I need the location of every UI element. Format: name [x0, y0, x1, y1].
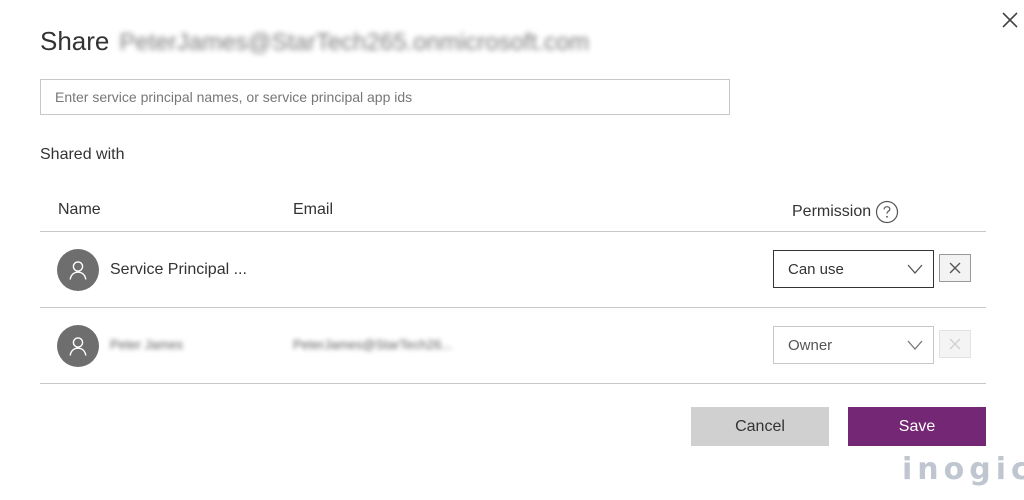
- row-name: Peter James: [110, 337, 183, 352]
- column-header-name: Name: [58, 201, 101, 218]
- chevron-down-icon: [907, 340, 923, 350]
- remove-access-button[interactable]: [939, 254, 971, 282]
- chevron-down-icon: [907, 264, 923, 274]
- save-button[interactable]: Save: [848, 407, 986, 446]
- person-icon: [69, 337, 87, 356]
- table-header: Name Email Permission: [40, 192, 986, 232]
- table-row: Peter James PeterJames@StarTech26... Own…: [40, 308, 986, 384]
- avatar: [57, 325, 99, 367]
- dialog-title-prefix: Share: [40, 26, 110, 56]
- permission-value: Owner: [788, 337, 833, 354]
- shared-with-table: Name Email Permission Service Principal …: [40, 192, 986, 384]
- permission-dropdown[interactable]: Owner: [773, 326, 934, 364]
- row-name: Service Principal ...: [110, 261, 247, 278]
- cancel-button[interactable]: Cancel: [691, 407, 829, 446]
- shared-with-heading: Shared with: [40, 146, 125, 163]
- column-header-permission: Permission: [792, 200, 899, 224]
- column-header-permission-label: Permission: [792, 203, 872, 220]
- table-row: Service Principal ... Can use: [40, 232, 986, 308]
- close-icon: [1002, 12, 1018, 28]
- permission-value: Can use: [788, 261, 844, 278]
- inogic-watermark-logo: inogic: [902, 452, 1024, 487]
- row-email: PeterJames@StarTech26...: [293, 337, 453, 352]
- close-icon: [949, 338, 961, 350]
- person-icon: [69, 261, 87, 280]
- close-button[interactable]: [1000, 10, 1020, 30]
- help-icon[interactable]: [875, 200, 899, 224]
- service-principal-search-input[interactable]: [40, 79, 730, 115]
- share-dialog: Share PeterJames@StarTech265.onmicrosoft…: [0, 0, 1024, 500]
- avatar: [57, 249, 99, 291]
- dialog-title-email: PeterJames@StarTech265.onmicrosoft.com: [119, 29, 590, 56]
- remove-access-button: [939, 330, 971, 358]
- permission-dropdown[interactable]: Can use: [773, 250, 934, 288]
- close-icon: [949, 262, 961, 274]
- column-header-email: Email: [293, 201, 334, 218]
- dialog-title: Share PeterJames@StarTech265.onmicrosoft…: [40, 26, 589, 57]
